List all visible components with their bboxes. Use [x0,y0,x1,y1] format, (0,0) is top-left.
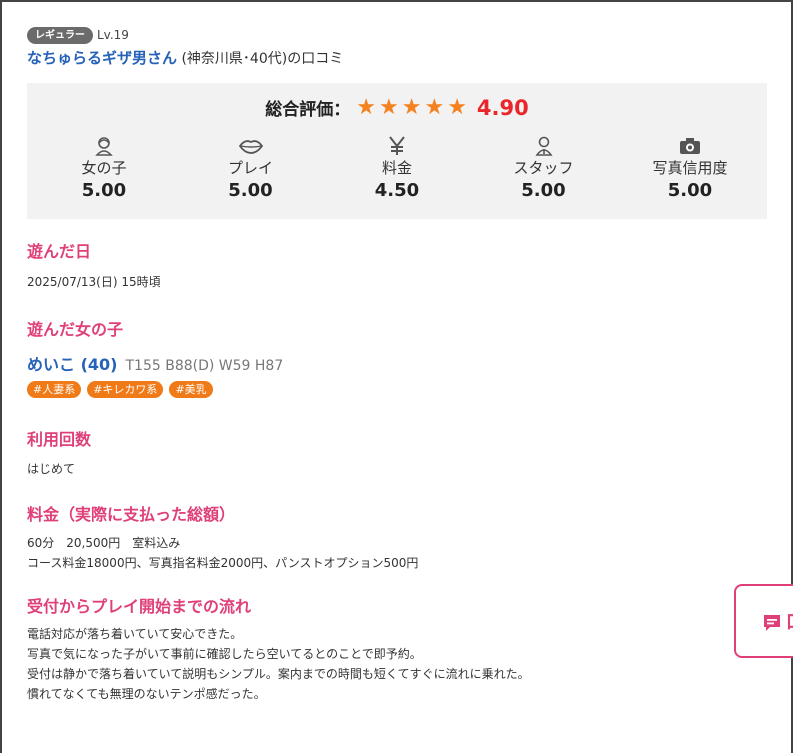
girl-tags: #人妻系 #キレカワ系 #美乳 [27,381,767,398]
girl-name-link[interactable]: めいこ (40) [27,351,117,375]
chat-icon [762,613,782,637]
flow-line: 写真で気になった子がいて事前に確認したら空いてるとのことで即予約。 [27,647,422,661]
reviewer-line: なちゅらるギザ男さん (神奈川県･40代)の口コミ [27,48,767,69]
reviewer-name-link[interactable]: なちゅらるギザ男さん [27,49,177,67]
tag-badge[interactable]: #美乳 [169,381,213,398]
tag-badge[interactable]: #キレカワ系 [87,381,164,398]
price-line: 60分 20,500円 室料込み [27,536,181,550]
floating-review-button[interactable]: 口 [734,584,793,658]
category-label: 写真信用度 [652,159,728,177]
girl-section: 遊んだ女の子 めいこ (40) T155 B88(D) W59 H87 #人妻系… [27,319,767,398]
overall-rating: 総合評価： ★ ★ ★ ★ ★ 4.90 [27,94,767,121]
girl-name: めいこ [27,355,76,374]
rank-badge: レギュラー [27,26,93,44]
overall-label: 総合評価： [265,100,351,120]
category-score: 5.00 [228,180,273,201]
girl-line: めいこ (40) T155 B88(D) W59 H87 [27,351,767,375]
section-title: 遊んだ女の子 [27,320,124,339]
category-score: 4.50 [374,180,420,201]
section-title: 利用回数 [27,430,92,449]
visits-value: はじめて [27,462,76,476]
tag-badge[interactable]: #人妻系 [27,381,82,398]
price-section: 料金（実際に支払った総額） 60分 20,500円 室料込み コース料金1800… [27,504,767,573]
reviewer-rank: レギュラー Lv.19 [27,26,767,44]
reviewer-level: Lv.19 [97,28,129,42]
category-girl: 女の子 5.00 [31,135,177,202]
category-play: プレイ 5.00 [178,135,324,202]
category-label: 女の子 [81,159,127,177]
category-label: 料金 [381,159,412,177]
girl-spec: T155 B88(D) W59 H87 [125,358,284,374]
reviewer-info: (神奈川県･40代)の口コミ [177,51,344,67]
floating-button-label: 口 [786,608,793,634]
category-staff: スタッフ 5.00 [471,135,617,202]
review-content: レギュラー Lv.19 なちゅらるギザ男さん (神奈川県･40代)の口コミ 総合… [27,26,767,704]
star-icon: ★ [378,94,399,120]
yen-icon [324,135,470,157]
section-title: 受付からプレイ開始までの流れ [27,597,252,616]
section-title: 料金（実際に支払った総額） [27,505,236,524]
flow-section: 受付からプレイ開始までの流れ 電話対応が落ち着いていて安心できた。 写真で気にな… [27,596,767,704]
star-rating: ★ ★ ★ ★ ★ [356,94,467,120]
category-label: スタッフ [513,159,574,177]
section-title: 遊んだ日 [27,242,92,261]
girl-age: (40) [80,355,118,374]
star-icon: ★ [447,94,467,120]
category-score: 5.00 [667,180,713,201]
camera-icon [617,135,763,157]
category-photo: 写真信用度 5.00 [617,135,763,202]
category-price: 料金 4.50 [324,135,470,202]
category-score: 5.00 [81,180,127,201]
category-label: プレイ [227,159,273,177]
played-date-value: 2025/07/13(日) 15時頃 [27,275,161,289]
star-icon: ★ [356,94,376,120]
overall-score: 4.90 [476,95,529,120]
star-icon: ★ [424,94,445,120]
star-icon: ★ [401,94,422,120]
flow-line: 慣れてなくても無理のないテンポ感だった。 [27,687,266,701]
flow-line: 電話対応が落ち着いていて安心できた。 [27,627,243,641]
staff-icon [471,135,617,157]
played-date-section: 遊んだ日 2025/07/13(日) 15時頃 [27,241,767,292]
flow-line: 受付は静かで落ち着いていて説明もシンプル。案内までの時間も短くてすぐに流れに乗れ… [27,667,530,681]
rating-box: 総合評価： ★ ★ ★ ★ ★ 4.90 女の子 5.00 プレイ 5.00 料… [27,83,767,219]
category-ratings: 女の子 5.00 プレイ 5.00 料金 4.50 スタッフ 5.00 写真信用… [31,135,763,202]
category-score: 5.00 [521,180,566,201]
price-detail: コース料金18000円、写真指名料金2000円、パンストオプション500円 [27,556,419,570]
visits-section: 利用回数 はじめて [27,429,767,479]
girl-icon [31,135,177,157]
lips-icon [178,135,324,157]
